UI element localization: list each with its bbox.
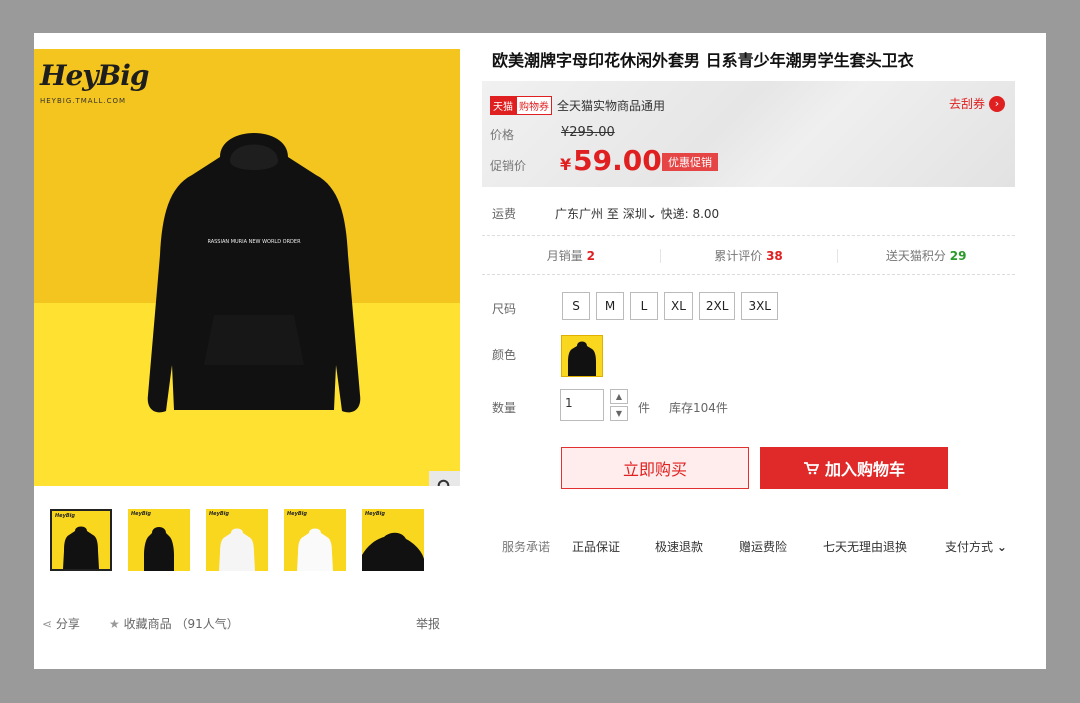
main-product-image[interactable]: HeyBig HEYBIG.TMALL.COM RASSIAN MURIA NE… (34, 49, 460, 486)
promo-badge: 优惠促销 (662, 153, 718, 171)
size-option-3xl[interactable]: 3XL (741, 292, 778, 320)
currency-symbol: ¥ (560, 155, 572, 174)
tmall-points: 送天猫积分 29 (837, 247, 1015, 264)
get-coupon-link[interactable]: 去刮券 › (949, 95, 1005, 112)
product-page: HeyBig HEYBIG.TMALL.COM RASSIAN MURIA NE… (34, 33, 1046, 669)
share-icon: ⋖ (42, 617, 53, 631)
thumbnail-5[interactable]: HeyBig (362, 509, 424, 571)
report-link[interactable]: 举报 (416, 615, 440, 632)
sales-label: 月销量 (546, 248, 583, 263)
quantity-increase-button[interactable]: ▲ (610, 389, 628, 404)
shipping-label: 运费 (492, 207, 517, 221)
size-options: S M L XL 2XL 3XL (562, 292, 778, 320)
ship-to-dropdown[interactable]: 深圳⌄ (623, 207, 657, 221)
hoodie-illustration: RASSIAN MURIA NEW WORLD ORDER (147, 133, 361, 413)
black-hoodie-swatch (568, 341, 596, 376)
buy-now-button[interactable]: 立即购买 (561, 447, 749, 489)
size-option-s[interactable]: S (562, 292, 590, 320)
color-label: 颜色 (492, 348, 517, 362)
points-label: 送天猫积分 (885, 248, 946, 263)
promo-price-label: 促销价 (490, 159, 527, 173)
original-price: ¥295.00 (561, 125, 615, 140)
thumbnail-4[interactable]: HeyBig (284, 509, 346, 571)
thumbnail-logo: HeyBig (365, 511, 385, 517)
points-count: 29 (949, 248, 967, 263)
price-label: 价格 (490, 128, 515, 142)
ship-to-city: 深圳 (622, 207, 647, 221)
coupon-tag: 购物券 (516, 96, 552, 115)
total-reviews[interactable]: 累计评价 38 (659, 247, 838, 264)
reviews-label: 累计评价 (714, 248, 763, 263)
share-link[interactable]: ⋖ 分享 (42, 615, 80, 632)
brand-url: HEYBIG.TMALL.COM (40, 97, 127, 105)
sales-count: 2 (586, 248, 595, 263)
thumbnail-logo: HeyBig (131, 511, 151, 517)
thumbnail-logo: HeyBig (55, 513, 75, 519)
product-title: 欧美潮牌字母印花休闲外套男 日系青少年潮男学生套头卫衣 (492, 51, 914, 70)
thumbnail-1[interactable]: HeyBig (50, 509, 112, 571)
tmall-tag: 天猫 (490, 96, 516, 115)
black-hoodie-thumb (63, 526, 99, 569)
add-to-cart-label: 加入购物车 (824, 460, 905, 479)
shipping-info: 广东广州 至 深圳⌄ 快递: 8.00 (555, 205, 719, 222)
quantity-decrease-button[interactable]: ▼ (610, 406, 628, 421)
size-option-l[interactable]: L (630, 292, 658, 320)
service-item: 七天无理由退换 (823, 540, 908, 554)
black-hoodie-detail-thumb (362, 532, 424, 571)
thumbnail-strip: HeyBig HeyBig HeyBig HeyBig HeyBig (50, 509, 424, 573)
popularity-count: （91人气） (175, 617, 239, 631)
favorite-link[interactable]: ★ 收藏商品 （91人气） (109, 615, 239, 632)
chevron-right-icon: › (989, 95, 1005, 112)
monthly-sales: 月销量 2 (482, 247, 660, 264)
thumbnail-3[interactable]: HeyBig (206, 509, 268, 571)
search-icon (437, 479, 449, 486)
chevron-down-icon: ⌄ (996, 540, 1007, 554)
zoom-button[interactable] (429, 471, 460, 486)
payment-label: 支付方式 (945, 540, 994, 554)
white-hoodie-thumb (219, 528, 255, 571)
favorite-label: 收藏商品 (123, 617, 172, 631)
coupon-text: 全天猫实物商品通用 (557, 99, 666, 113)
thumbnail-logo: HeyBig (287, 511, 307, 517)
promo-price-value: 59.00 (573, 144, 662, 177)
black-hoodie-back-thumb (144, 527, 174, 571)
payment-methods-dropdown[interactable]: 支付方式 ⌄ (945, 538, 1007, 555)
cart-icon (803, 462, 819, 475)
promo-price: ¥ 59.00 (560, 144, 662, 177)
service-item: 赠运费险 (739, 540, 788, 554)
color-swatch-black[interactable] (561, 335, 603, 377)
add-to-cart-button[interactable]: 加入购物车 (760, 447, 948, 489)
service-item: 极速退款 (655, 540, 704, 554)
hoodie-print-text: RASSIAN MURIA NEW WORLD ORDER (207, 239, 301, 245)
get-coupon-label: 去刮券 (948, 97, 985, 111)
quantity-input[interactable]: 1 (560, 389, 604, 421)
size-label: 尺码 (492, 302, 517, 316)
service-label: 服务承诺 (502, 540, 551, 554)
size-option-2xl[interactable]: 2XL (698, 292, 736, 320)
price-panel: 天猫 购物券 全天猫实物商品通用 去刮券 › 价格 ¥295.00 促销价 ¥ 5… (482, 81, 1015, 187)
shipping-fee: 快递: 8.00 (660, 207, 720, 221)
stock-count: 库存104件 (669, 401, 728, 415)
thumbnail-2[interactable]: HeyBig (128, 509, 190, 571)
service-item: 正品保证 (572, 540, 621, 554)
reviews-count: 38 (766, 248, 783, 263)
ship-from: 广东广州 (555, 207, 604, 221)
quantity-unit: 件 (638, 401, 651, 415)
size-option-xl[interactable]: XL (664, 292, 693, 320)
brand-logo: HeyBig (40, 59, 149, 92)
coupon-row: 天猫 购物券 全天猫实物商品通用 (490, 96, 665, 115)
ship-to-word: 至 (606, 207, 619, 221)
share-label: 分享 (55, 617, 80, 631)
star-icon: ★ (109, 617, 120, 631)
thumbnail-logo: HeyBig (209, 511, 229, 517)
size-option-m[interactable]: M (596, 292, 624, 320)
quantity-label: 数量 (492, 401, 517, 415)
stats-bar: 月销量 2 累计评价 38 送天猫积分 29 (482, 235, 1015, 275)
chevron-down-icon: ⌄ (646, 207, 657, 221)
white-hoodie-back-thumb (297, 528, 333, 571)
